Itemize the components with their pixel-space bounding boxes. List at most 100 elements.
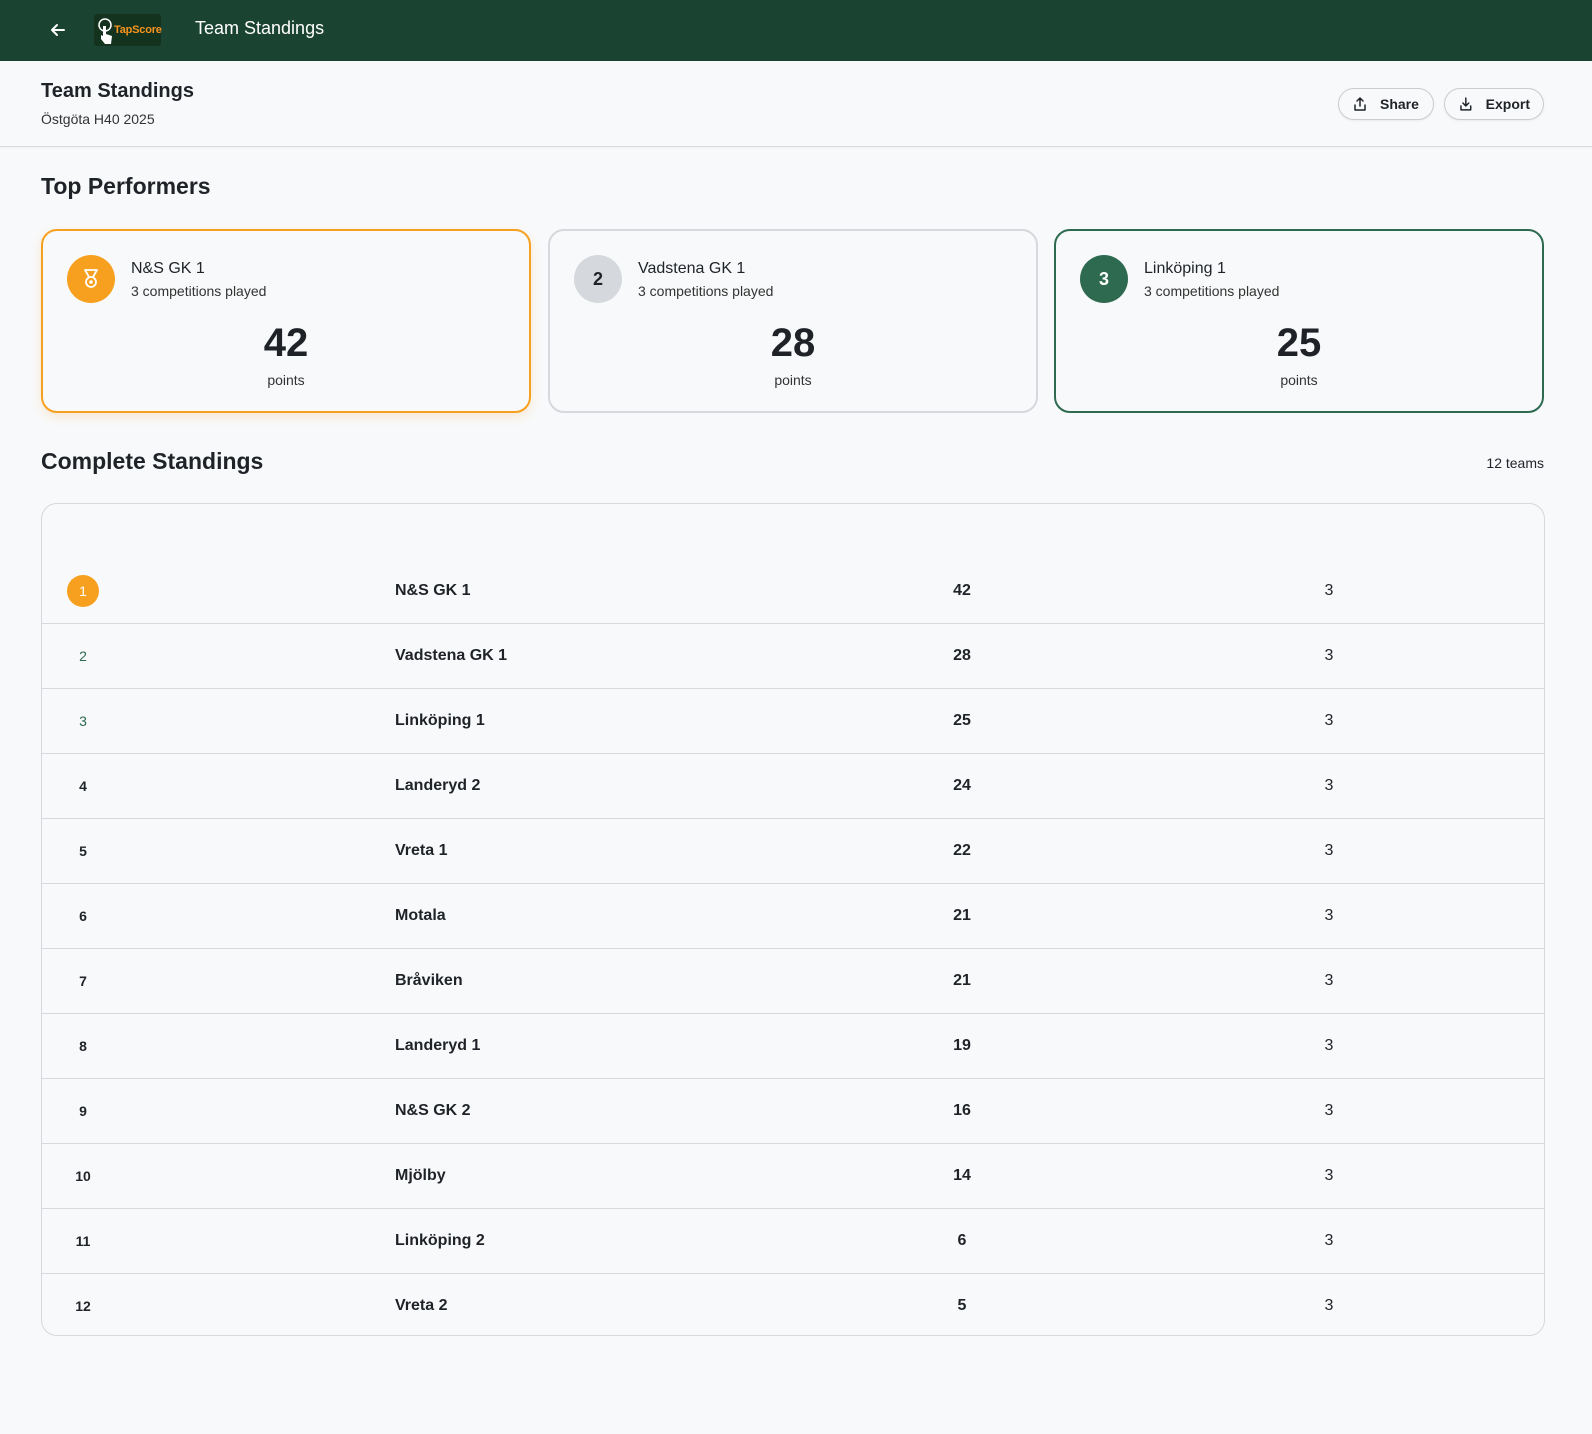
share-label: Share (1380, 96, 1419, 112)
team-name: Vadstena GK 1 (395, 647, 508, 664)
team-played: 3 (1324, 712, 1334, 729)
page-subtitle: Östgöta H40 2025 (41, 111, 155, 127)
team-name: N&S GK 2 (395, 1102, 471, 1119)
team-name: Bråviken (395, 972, 463, 989)
app-bar: TapScore Team Standings (0, 0, 1592, 61)
team-name: Mjölby (395, 1167, 446, 1184)
team-points: 22 (953, 842, 971, 859)
export-button[interactable]: Export (1444, 88, 1544, 120)
page-title: Team Standings (41, 80, 194, 102)
team-played: 3 (1324, 1037, 1334, 1054)
rank-cell: 9 (79, 1103, 87, 1119)
team-name: Vreta 1 (395, 842, 448, 859)
page-header: Team Standings Östgöta H40 2025 Share Ex… (0, 61, 1592, 147)
rank-cell: 4 (79, 778, 87, 794)
points-label: points (1280, 372, 1318, 388)
performer-points: 28 (770, 321, 816, 365)
team-played: 3 (1324, 842, 1334, 859)
team-played: 3 (1324, 1232, 1334, 1249)
team-points: 25 (953, 712, 971, 729)
complete-standings-title: Complete Standings (41, 448, 264, 474)
team-name: Landeryd 1 (395, 1037, 481, 1054)
team-points: 14 (953, 1167, 971, 1184)
share-button[interactable]: Share (1338, 88, 1434, 120)
performer-card-3[interactable]: 3 Linköping 1 3 competitions played 25 p… (1054, 229, 1544, 413)
table-row[interactable]: 8 Landeryd 1 19 3 (42, 1014, 1544, 1079)
rank-cell: 1 (42, 559, 124, 623)
rank-cell: 11 (75, 1233, 91, 1249)
team-points: 21 (953, 907, 971, 924)
team-points: 6 (957, 1232, 967, 1249)
team-played: 3 (1324, 1297, 1334, 1314)
team-points: 5 (957, 1297, 967, 1314)
table-row[interactable]: 5 Vreta 1 22 3 (42, 819, 1544, 884)
team-points: 16 (953, 1102, 971, 1119)
rank-cell: 6 (79, 908, 87, 924)
rank-badge: 3 (1080, 255, 1128, 303)
share-icon (1354, 97, 1366, 111)
app-bar-title: Team Standings (195, 18, 325, 38)
performer-name: N&S GK 1 (131, 260, 205, 277)
points-label: points (267, 372, 305, 388)
performer-card-2[interactable]: 2 Vadstena GK 1 3 competitions played 28… (548, 229, 1038, 413)
table-row[interactable]: 10 Mjölby 14 3 (42, 1144, 1544, 1209)
table-row[interactable]: 4 Landeryd 2 24 3 (42, 754, 1544, 819)
team-points: 28 (953, 647, 971, 664)
export-label: Export (1485, 96, 1530, 112)
team-name: Landeryd 2 (395, 777, 481, 794)
team-points: 42 (953, 582, 971, 599)
team-played: 3 (1324, 582, 1334, 599)
rank-cell: 5 (79, 843, 87, 859)
performer-points: 42 (263, 321, 309, 365)
rank-badge: 2 (574, 255, 622, 303)
team-points: 21 (953, 972, 971, 989)
team-name: Linköping 2 (395, 1232, 485, 1249)
performer-name: Linköping 1 (1144, 260, 1226, 277)
tap-hand-icon (98, 18, 112, 44)
rank-gold-badge: 1 (67, 575, 99, 607)
standings-table: 1 N&S GK 1 42 3 2 Vadstena GK 1 28 3 3 L… (41, 503, 1545, 1336)
team-played: 3 (1324, 907, 1334, 924)
table-row[interactable]: 1 N&S GK 1 42 3 (42, 559, 1544, 624)
medal-icon (84, 269, 98, 288)
team-name: N&S GK 1 (395, 582, 471, 599)
teams-count: 12 teams (1486, 455, 1544, 471)
team-played: 3 (1324, 1167, 1334, 1184)
table-row[interactable]: 7 Bråviken 21 3 (42, 949, 1544, 1014)
table-row[interactable]: 6 Motala 21 3 (42, 884, 1544, 949)
rank-cell: 12 (75, 1298, 91, 1314)
team-played: 3 (1324, 972, 1334, 989)
performer-played: 3 competitions played (638, 283, 774, 299)
team-played: 3 (1324, 647, 1334, 664)
arrow-left-icon (51, 24, 65, 36)
download-icon (1460, 97, 1472, 111)
team-name: Motala (395, 907, 446, 924)
team-points: 19 (953, 1037, 971, 1054)
tapscore-logo: TapScore (94, 14, 162, 46)
team-name: Linköping 1 (395, 712, 485, 729)
back-button[interactable] (44, 16, 72, 44)
rank-cell: 2 (79, 648, 87, 664)
rank-cell: 7 (79, 973, 87, 989)
team-played: 3 (1324, 1102, 1334, 1119)
performer-played: 3 competitions played (131, 283, 267, 299)
team-points: 24 (953, 777, 971, 794)
team-name: Vreta 2 (395, 1297, 448, 1314)
performer-points: 25 (1276, 321, 1322, 365)
table-row[interactable]: 3 Linköping 1 25 3 (42, 689, 1544, 754)
table-row[interactable]: 2 Vadstena GK 1 28 3 (42, 624, 1544, 689)
top-performers-title: Top Performers (41, 173, 211, 199)
logo-text: TapScore (114, 24, 162, 36)
rank-cell: 8 (79, 1038, 87, 1054)
points-label: points (774, 372, 812, 388)
performer-card-1[interactable]: N&S GK 1 3 competitions played 42 points (41, 229, 531, 413)
performer-name: Vadstena GK 1 (638, 260, 746, 277)
medal-badge (67, 255, 115, 303)
table-row[interactable]: 12 Vreta 2 5 3 (42, 1274, 1544, 1335)
team-played: 3 (1324, 777, 1334, 794)
table-row[interactable]: 9 N&S GK 2 16 3 (42, 1079, 1544, 1144)
rank-cell: 10 (75, 1168, 91, 1184)
performer-played: 3 competitions played (1144, 283, 1280, 299)
rank-cell: 3 (79, 713, 87, 729)
table-row[interactable]: 11 Linköping 2 6 3 (42, 1209, 1544, 1274)
